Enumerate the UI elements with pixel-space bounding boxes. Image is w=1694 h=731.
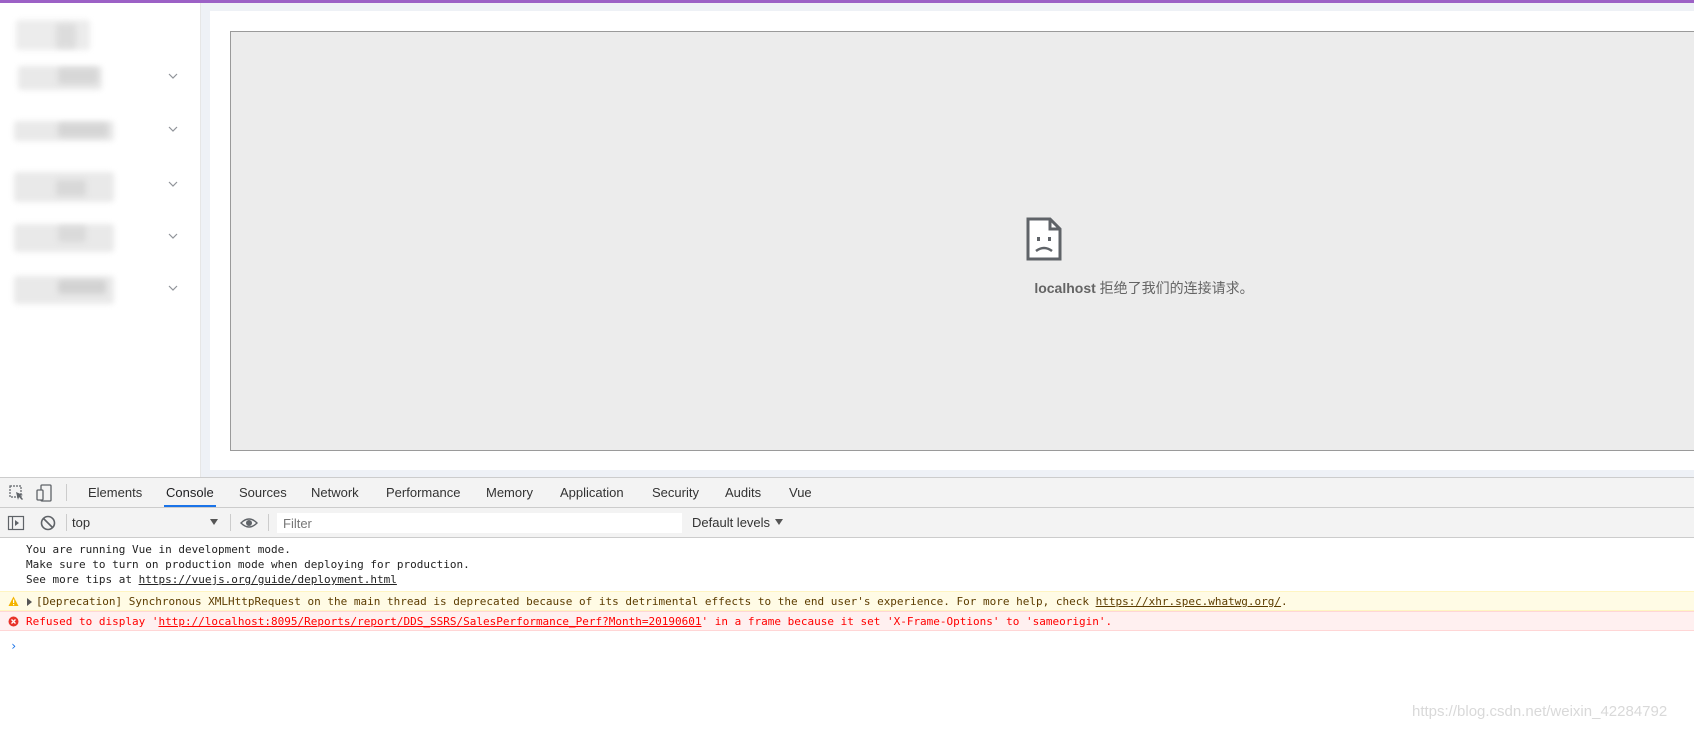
- error-suffix: ' in a frame because it set 'X-Frame-Opt…: [701, 615, 1113, 628]
- devtools-panel: Elements Console Sources Network Perform…: [0, 477, 1694, 731]
- console-error-message: Refused to display 'http://localhost:809…: [0, 611, 1694, 631]
- toolbar-divider: [230, 514, 231, 531]
- tab-security[interactable]: Security: [650, 478, 701, 507]
- tab-performance[interactable]: Performance: [384, 478, 462, 507]
- sidebar-item-1[interactable]: [0, 58, 200, 98]
- context-value: top: [72, 515, 91, 530]
- tab-elements[interactable]: Elements: [86, 478, 144, 507]
- tab-sources[interactable]: Sources: [237, 478, 289, 507]
- tab-network[interactable]: Network: [309, 478, 361, 507]
- warning-text: [Deprecation] Synchronous XMLHttpRequest…: [36, 594, 1288, 609]
- chevron-down-icon: [168, 181, 178, 187]
- devtools-tab-bar: Elements Console Sources Network Perform…: [0, 478, 1694, 508]
- error-icon: [8, 616, 19, 627]
- chevron-down-icon: [168, 73, 178, 79]
- clear-console-icon[interactable]: [39, 514, 57, 532]
- sidebar-item-5[interactable]: [0, 270, 200, 310]
- chevron-down-icon: [775, 519, 784, 525]
- warning-suffix: .: [1281, 595, 1288, 608]
- vue-docs-link[interactable]: https://vuejs.org/guide/deployment.html: [139, 573, 397, 586]
- warning-body: [Deprecation] Synchronous XMLHttpRequest…: [36, 595, 1096, 608]
- tab-vue[interactable]: Vue: [787, 478, 814, 507]
- xhr-spec-link[interactable]: https://xhr.spec.whatwg.org/: [1096, 595, 1281, 608]
- sad-page-icon: [1026, 217, 1062, 261]
- log-levels-label: Default levels: [692, 515, 771, 530]
- log-line: Make sure to turn on production mode whe…: [26, 558, 470, 571]
- toolbar-divider: [268, 514, 269, 531]
- log-levels-dropdown[interactable]: Default levels: [692, 514, 784, 532]
- connection-refused-message: localhost 拒绝了我们的连接请求。: [631, 278, 1657, 298]
- app-window: localhost 拒绝了我们的连接请求。: [0, 0, 1694, 477]
- sidebar-item-4[interactable]: [0, 218, 200, 258]
- console-warning-message: [Deprecation] Synchronous XMLHttpRequest…: [0, 591, 1694, 611]
- inspect-element-icon[interactable]: [8, 484, 26, 502]
- toolbar-divider: [66, 484, 67, 501]
- error-text: Refused to display 'http://localhost:809…: [26, 614, 1112, 629]
- tab-audits[interactable]: Audits: [723, 478, 763, 507]
- error-text: 拒绝了我们的连接请求。: [1095, 280, 1254, 296]
- sidebar-item-2[interactable]: [0, 111, 200, 151]
- sidebar: [0, 3, 201, 477]
- console-sidebar-icon[interactable]: [7, 514, 25, 532]
- sidebar-item-3[interactable]: [0, 166, 200, 206]
- log-line: See more tips at https://vuejs.org/guide…: [26, 572, 470, 587]
- chevron-down-icon: [168, 126, 178, 132]
- sidebar-logo-blurred: [16, 20, 90, 50]
- console-toolbar: top Default levels: [0, 508, 1694, 538]
- console-log-message: You are running Vue in development mode.…: [26, 542, 470, 587]
- log-text: See more tips at: [26, 573, 139, 586]
- embedded-report-frame: localhost 拒绝了我们的连接请求。: [230, 31, 1694, 451]
- chevron-down-icon: [168, 233, 178, 239]
- chevron-down-icon: [210, 519, 218, 525]
- console-prompt[interactable]: ›: [10, 639, 17, 653]
- context-selector[interactable]: top: [72, 514, 222, 532]
- report-url-link[interactable]: http://localhost:8095/Reports/report/DDS…: [158, 615, 701, 628]
- error-prefix: Refused to display ': [26, 615, 159, 628]
- tab-application[interactable]: Application: [558, 478, 626, 507]
- chevron-down-icon: [168, 285, 178, 291]
- log-line: You are running Vue in development mode.: [26, 543, 291, 556]
- tab-console[interactable]: Console: [164, 478, 216, 507]
- expand-triangle-icon[interactable]: [27, 598, 32, 606]
- watermark: https://blog.csdn.net/weixin_42284792: [1412, 703, 1668, 720]
- tab-memory[interactable]: Memory: [484, 478, 535, 507]
- filter-input[interactable]: [277, 513, 682, 533]
- live-expression-icon[interactable]: [240, 514, 258, 532]
- device-toolbar-icon[interactable]: [36, 484, 54, 502]
- toolbar-divider: [66, 514, 67, 531]
- warning-icon: [8, 596, 19, 606]
- error-host: localhost: [1034, 280, 1096, 296]
